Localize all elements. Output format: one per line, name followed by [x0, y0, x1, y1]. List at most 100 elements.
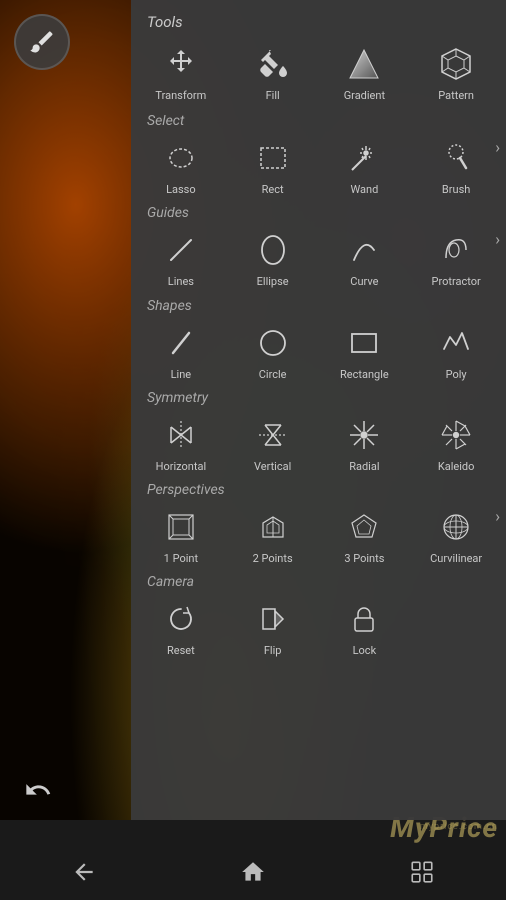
section-symmetry-wrapper: Symmetry Horizontal — [131, 387, 506, 479]
kaleido-icon — [438, 417, 474, 453]
tool-fill-label: Fill — [266, 89, 280, 102]
tool-gradient-label: Gradient — [344, 89, 385, 102]
tool-curvilinear[interactable]: Curvilinear › — [410, 498, 502, 571]
3points-icon — [346, 509, 382, 545]
lock-icon — [346, 601, 382, 637]
tool-vertical[interactable]: Vertical — [227, 406, 319, 479]
poly-icon — [438, 325, 474, 361]
flip-icon — [255, 601, 291, 637]
tool-poly[interactable]: Poly — [410, 314, 502, 387]
fill-icon — [255, 46, 291, 82]
tool-line-icon — [160, 322, 202, 364]
watermark-sub: myprice.com.cn — [420, 822, 498, 832]
nav-recent-button[interactable] — [392, 852, 452, 892]
brush-tool-button[interactable] — [14, 14, 70, 70]
tool-circle-icon — [252, 322, 294, 364]
tool-3points-label: 3 Points — [344, 552, 384, 565]
tool-protractor[interactable]: Protractor › — [410, 221, 502, 294]
tool-transform-icon — [160, 43, 202, 85]
section-select-wrapper: Select Lasso — [131, 108, 506, 202]
tool-protractor-icon — [435, 229, 477, 271]
recent-apps-icon — [409, 859, 435, 885]
tool-1point[interactable]: 1 Point — [135, 498, 227, 571]
tool-2points-icon — [252, 506, 294, 548]
lasso-icon — [163, 140, 199, 176]
tool-wand-label: Wand — [350, 183, 378, 196]
tool-ellipse-label: Ellipse — [257, 275, 289, 288]
tool-lasso-label: Lasso — [166, 183, 196, 196]
tool-transform[interactable]: Transform — [135, 35, 227, 108]
guides-arrow: › — [495, 230, 500, 249]
brush-select-icon — [438, 140, 474, 176]
tool-flip-icon — [252, 598, 294, 640]
tool-horizontal[interactable]: Horizontal — [135, 406, 227, 479]
section-shapes-wrapper: Shapes Line Circle — [131, 295, 506, 387]
undo-icon — [24, 776, 52, 804]
rectangle-icon — [346, 325, 382, 361]
line-shape-icon — [163, 325, 199, 361]
tool-ellipse-icon — [252, 229, 294, 271]
move-icon — [163, 46, 199, 82]
tool-lock[interactable]: Lock — [319, 590, 411, 663]
wand-icon — [346, 140, 382, 176]
reset-icon — [163, 601, 199, 637]
tool-curvilinear-icon — [435, 506, 477, 548]
tool-ellipse[interactable]: Ellipse — [227, 221, 319, 294]
tool-fill[interactable]: Fill — [227, 35, 319, 108]
gradient-icon — [346, 46, 382, 82]
tool-2points-label: 2 Points — [253, 552, 293, 565]
tool-poly-icon — [435, 322, 477, 364]
tool-3points-icon — [343, 506, 385, 548]
tool-pattern[interactable]: Pattern — [410, 35, 502, 108]
tool-3points[interactable]: 3 Points — [319, 498, 411, 571]
tool-kaleido-label: Kaleido — [438, 460, 475, 473]
section-camera-wrapper: Camera Reset — [131, 571, 506, 663]
panel-title: Tools — [147, 13, 183, 31]
tool-curve[interactable]: Curve — [319, 221, 411, 294]
horizontal-sym-icon — [163, 417, 199, 453]
tool-rect[interactable]: Rect — [227, 129, 319, 202]
section-perspectives-wrapper: Perspectives 1 Point — [131, 479, 506, 571]
tool-rectangle[interactable]: Rectangle — [319, 314, 411, 387]
nav-bar — [0, 844, 506, 900]
tool-brush-select-icon — [435, 137, 477, 179]
tool-lasso[interactable]: Lasso — [135, 129, 227, 202]
tool-brush-select[interactable]: Brush › — [410, 129, 502, 202]
back-icon — [71, 859, 97, 885]
perspectives-arrow: › — [495, 506, 500, 525]
tool-2points[interactable]: 2 Points — [227, 498, 319, 571]
tool-fill-icon — [252, 43, 294, 85]
tool-flip-label: Flip — [264, 644, 282, 657]
curve-icon — [346, 232, 382, 268]
tool-1point-label: 1 Point — [164, 552, 198, 565]
tool-reset-icon — [160, 598, 202, 640]
tool-line[interactable]: Line — [135, 314, 227, 387]
section-main: Transform Fill — [131, 35, 506, 108]
tool-lines-label: Lines — [168, 275, 194, 288]
tool-radial-icon — [343, 414, 385, 456]
tool-wand-icon — [343, 137, 385, 179]
tool-reset[interactable]: Reset — [135, 590, 227, 663]
tool-radial[interactable]: Radial — [319, 406, 411, 479]
tool-curvilinear-label: Curvilinear — [430, 552, 482, 565]
tool-rectangle-icon — [343, 322, 385, 364]
curvilinear-icon — [438, 509, 474, 545]
section-shapes: Line Circle Rectangle — [131, 314, 506, 387]
tool-vertical-icon — [252, 414, 294, 456]
tool-kaleido[interactable]: Kaleido — [410, 406, 502, 479]
brush-icon — [28, 28, 56, 56]
tool-circle-label: Circle — [259, 368, 287, 381]
tool-gradient[interactable]: Gradient — [319, 35, 411, 108]
tool-circle[interactable]: Circle — [227, 314, 319, 387]
tool-flip[interactable]: Flip — [227, 590, 319, 663]
tool-wand[interactable]: Wand — [319, 129, 411, 202]
tool-poly-label: Poly — [446, 368, 467, 381]
circle-icon — [255, 325, 291, 361]
select-grid-wrapper: Lasso Rect — [131, 129, 506, 202]
tool-radial-label: Radial — [349, 460, 379, 473]
tool-brush-select-label: Brush — [442, 183, 470, 196]
undo-button[interactable] — [18, 770, 58, 810]
nav-back-button[interactable] — [54, 852, 114, 892]
nav-home-button[interactable] — [223, 852, 283, 892]
tool-lines[interactable]: Lines — [135, 221, 227, 294]
